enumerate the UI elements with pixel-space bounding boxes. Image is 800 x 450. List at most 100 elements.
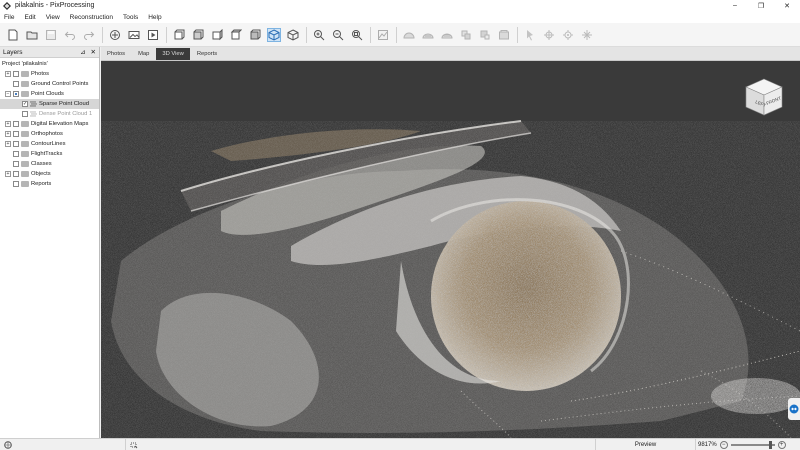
zoom-out-button[interactable]: − <box>719 440 728 449</box>
layer-visibility-checkbox[interactable] <box>13 161 19 167</box>
view-tabs: Photos Map 3D View Reports <box>101 47 800 61</box>
layer-tree-item[interactable]: − Point Clouds <box>0 89 99 99</box>
layer-visibility-checkbox[interactable] <box>13 121 19 127</box>
menu-help[interactable]: Help <box>148 14 161 21</box>
layer-visibility-checkbox[interactable]: ✓ <box>22 101 28 107</box>
zoom-out-icon[interactable] <box>331 28 345 42</box>
layer-tree-label: ContourLines <box>31 141 66 147</box>
view-front-icon[interactable] <box>172 28 186 42</box>
terrain-1-icon[interactable] <box>402 28 416 42</box>
view-perspective-icon[interactable] <box>267 27 281 42</box>
menu-edit[interactable]: Edit <box>24 14 35 21</box>
tab-photos[interactable]: Photos <box>101 48 131 60</box>
layer-tree-item[interactable]: Dense Point Cloud 1 <box>0 109 99 119</box>
collapse-icon[interactable]: − <box>5 91 11 97</box>
layer-tree-item[interactable]: Classes <box>0 159 99 169</box>
add-images-icon[interactable] <box>127 28 141 42</box>
undo-icon[interactable] <box>63 28 77 42</box>
layer-tree-item[interactable]: + ContourLines <box>0 139 99 149</box>
close-panel-icon[interactable]: ✕ <box>91 48 96 56</box>
status-cell-tool <box>126 438 596 450</box>
sparse-point-cloud <box>101 120 800 438</box>
measure-line-icon[interactable] <box>542 28 556 42</box>
view-back-icon[interactable] <box>191 28 205 42</box>
redo-icon[interactable] <box>82 28 96 42</box>
layer-visibility-checkbox[interactable] <box>13 131 19 137</box>
measure-volume-icon[interactable] <box>580 28 594 42</box>
open-project-icon[interactable] <box>25 28 39 42</box>
layer-tree-item[interactable]: FlightTracks <box>0 149 99 159</box>
layer-tree-item[interactable]: + Digital Elevation Maps <box>0 119 99 129</box>
tab-reports[interactable]: Reports <box>191 48 223 60</box>
minimize-button[interactable]: – <box>722 0 748 11</box>
tab-map-label: Map <box>138 51 150 57</box>
3d-viewport[interactable]: LEFT FRONT <box>101 61 800 438</box>
layer-visibility-checkbox[interactable] <box>22 111 28 117</box>
layer-tree-label: Sparse Point Cloud <box>39 101 89 107</box>
view-left-icon[interactable] <box>210 28 224 42</box>
layer-tree-label: Photos <box>31 71 50 77</box>
maximize-button[interactable]: ❐ <box>748 0 774 11</box>
layer-tree-item[interactable]: Ground Control Points <box>0 79 99 89</box>
save-project-icon[interactable] <box>44 28 58 42</box>
expand-icon[interactable]: + <box>5 121 11 127</box>
folder-icon <box>21 141 29 147</box>
menu-reconstruction[interactable]: Reconstruction <box>70 14 113 21</box>
layer-visibility-checkbox[interactable] <box>13 91 19 97</box>
menu-view[interactable]: View <box>46 14 60 21</box>
terrain-5-icon[interactable] <box>478 28 492 42</box>
add-photos-icon[interactable] <box>108 28 122 42</box>
tab-3d-view[interactable]: 3D View <box>156 48 190 60</box>
zoom-in-button[interactable]: + <box>777 440 786 449</box>
expand-icon[interactable]: + <box>5 131 11 137</box>
measure-area-icon[interactable] <box>561 28 575 42</box>
zoom-slider[interactable] <box>730 440 775 449</box>
view-orthographic-icon[interactable] <box>286 28 300 42</box>
folder-icon <box>21 131 29 137</box>
pin-icon[interactable]: ⊿ <box>80 48 85 56</box>
layer-visibility-checkbox[interactable] <box>13 181 19 187</box>
view-top-icon[interactable] <box>248 28 262 42</box>
toolbar-separator <box>370 26 371 43</box>
view-right-icon[interactable] <box>229 28 243 42</box>
layer-visibility-checkbox[interactable] <box>13 71 19 77</box>
zoom-in-icon[interactable] <box>312 28 326 42</box>
view-cube[interactable]: LEFT FRONT <box>742 75 786 119</box>
play-icon[interactable] <box>146 28 160 42</box>
expand-icon[interactable]: + <box>5 71 11 77</box>
terrain-2-icon[interactable] <box>421 28 435 42</box>
close-button[interactable]: ✕ <box>774 0 800 11</box>
layer-tree-item[interactable]: + Photos <box>0 69 99 79</box>
elevation-icon[interactable] <box>376 28 390 42</box>
layer-visibility-checkbox[interactable] <box>13 81 19 87</box>
selection-tool-icon <box>130 442 138 448</box>
zoom-fit-icon[interactable] <box>350 28 364 42</box>
point-cloud-icon <box>30 110 37 117</box>
expand-icon[interactable]: + <box>5 171 11 177</box>
layer-visibility-checkbox[interactable] <box>13 151 19 157</box>
expand-icon[interactable]: + <box>5 141 11 147</box>
teamviewer-badge[interactable] <box>788 398 800 420</box>
zoom-slider-thumb[interactable] <box>768 440 772 449</box>
menu-tools[interactable]: Tools <box>123 14 138 21</box>
status-cell-left <box>0 438 126 450</box>
layer-tree-item[interactable]: ✓ Sparse Point Cloud <box>0 99 99 109</box>
layer-tree-item[interactable]: + Orthophotos <box>0 129 99 139</box>
folder-icon <box>21 81 29 87</box>
layer-visibility-checkbox[interactable] <box>13 141 19 147</box>
folder-icon <box>21 181 29 187</box>
layer-tree-label: Point Clouds <box>31 91 64 97</box>
tab-map[interactable]: Map <box>132 48 155 60</box>
new-project-icon[interactable] <box>6 28 20 42</box>
layer-tree-item[interactable]: Project 'pilakalnis' <box>0 59 99 69</box>
zoom-percent: 9817% <box>698 441 717 448</box>
measure-point-icon[interactable] <box>523 28 537 42</box>
layer-tree-item[interactable]: + Objects <box>0 169 99 179</box>
terrain-6-icon[interactable] <box>497 28 511 42</box>
menu-file[interactable]: File <box>4 14 14 21</box>
terrain-3-icon[interactable] <box>440 28 454 42</box>
terrain-4-icon[interactable] <box>459 28 473 42</box>
layer-visibility-checkbox[interactable] <box>13 171 19 177</box>
folder-icon <box>21 71 29 77</box>
layer-tree-item[interactable]: Reports <box>0 179 99 189</box>
